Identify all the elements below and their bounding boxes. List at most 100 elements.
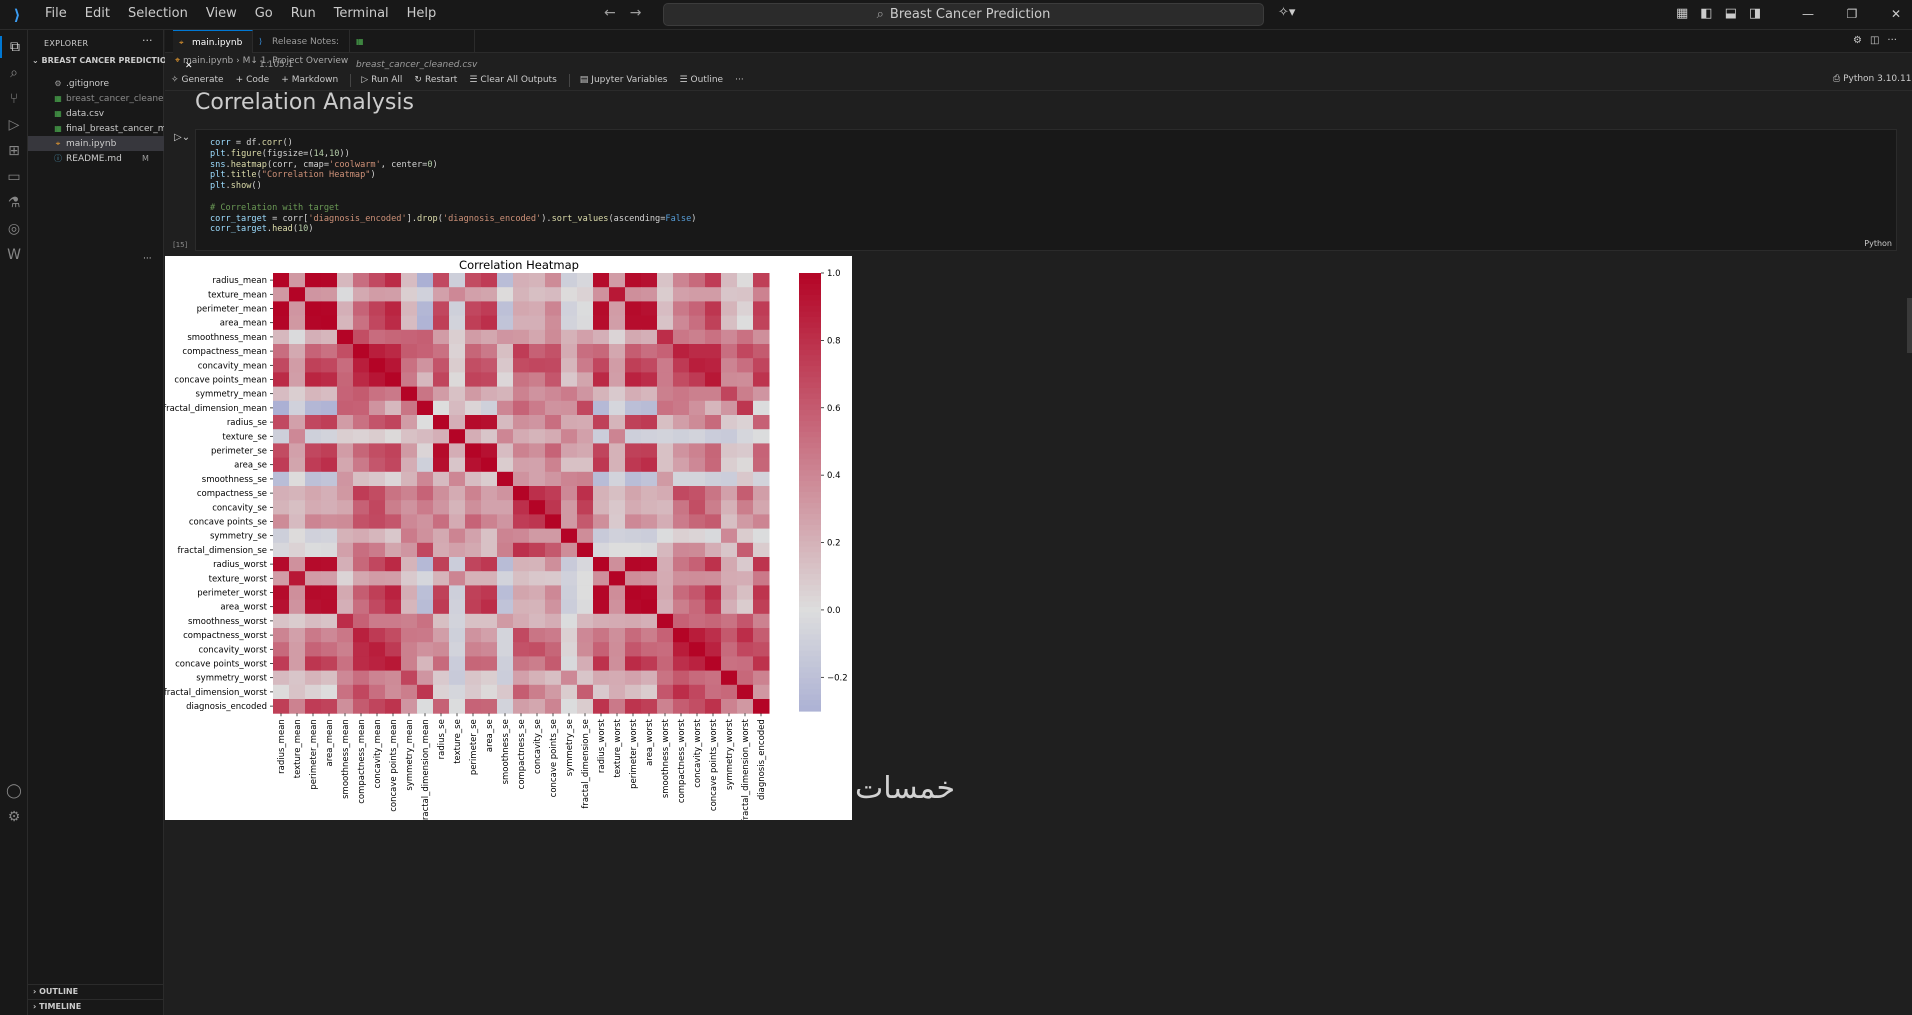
- toggle-panel-icon[interactable]: ⬓: [1725, 6, 1737, 21]
- heatmap-cell: [321, 486, 338, 501]
- play-icon: ▷: [361, 75, 369, 85]
- colorbar-band: [799, 502, 821, 510]
- menu-selection[interactable]: Selection: [119, 0, 197, 30]
- remote-explorer-icon[interactable]: ▭: [0, 166, 28, 188]
- heatmap-cell: [401, 599, 418, 615]
- minimize-icon[interactable]: —: [1786, 0, 1830, 28]
- settings-gear-icon[interactable]: ⚙: [1853, 35, 1862, 46]
- extensions-icon[interactable]: ⊞: [0, 140, 28, 162]
- explorer-icon[interactable]: ⧉: [0, 36, 28, 58]
- heatmap-cell: [545, 514, 562, 530]
- heatmap-cell: [497, 486, 514, 501]
- customize-layout-icon[interactable]: ▦: [1676, 6, 1688, 21]
- testing-icon[interactable]: ⚗: [0, 192, 28, 214]
- command-center-search[interactable]: ⌕ Breast Cancer Prediction: [663, 3, 1264, 26]
- file-main-ipynb[interactable]: ⌖ main.ipynb: [28, 136, 164, 151]
- heatmap-cell: [705, 528, 722, 544]
- heatmap-cell: [289, 329, 306, 345]
- run-cell-icon[interactable]: ▷⌄: [174, 132, 190, 143]
- menu-help[interactable]: Help: [398, 0, 446, 30]
- account-icon[interactable]: ◯: [0, 780, 28, 802]
- copilot-icon[interactable]: ✧▾: [1278, 5, 1295, 20]
- heatmap-cell: [337, 599, 354, 615]
- jupyter-variables-button[interactable]: ▤ Jupyter Variables: [580, 75, 668, 85]
- toggle-secondary-sidebar-icon[interactable]: ◨: [1749, 6, 1761, 21]
- back-arrow-icon[interactable]: ←: [604, 5, 616, 21]
- code-cell[interactable]: ▷⌄ [15] corr = df.corr() plt.figure(figsi…: [173, 129, 1897, 251]
- heatmap-cell: [353, 329, 370, 345]
- restore-icon[interactable]: ❐: [1830, 0, 1874, 28]
- heatmap-cell: [673, 457, 690, 473]
- forward-arrow-icon[interactable]: →: [630, 5, 642, 21]
- file-readme[interactable]: ⓘ README.md M: [28, 151, 164, 166]
- heatmap-cell: [321, 599, 338, 615]
- extension-w-icon[interactable]: W: [0, 244, 28, 266]
- outline-button[interactable]: ☰ Outline: [679, 75, 723, 85]
- search-view-icon[interactable]: ⌕: [0, 62, 28, 84]
- heatmap-cell: [609, 557, 626, 572]
- heatmap-cell: [465, 273, 482, 288]
- restart-button[interactable]: ↻ Restart: [414, 75, 457, 85]
- heatmap-cell: [305, 386, 322, 402]
- menu-go[interactable]: Go: [246, 0, 282, 30]
- add-code-button[interactable]: + Code: [236, 75, 270, 85]
- tab-cleaned-csv[interactable]: ▦breast_cancer_cleaned.csv: [350, 30, 477, 70]
- heatmap-cell: [513, 585, 530, 601]
- outline-section[interactable]: › OUTLINE: [28, 984, 164, 998]
- heatmap-cell: [273, 400, 290, 416]
- add-markdown-button[interactable]: + Markdown: [281, 75, 338, 85]
- heatmap-cell: [737, 585, 754, 601]
- file-breast-cancer-cleaned[interactable]: ▦breast_cancer_cleaned...: [28, 91, 164, 106]
- heatmap-cell: [417, 528, 434, 544]
- source-control-icon[interactable]: ⑂: [0, 88, 28, 110]
- breadcrumb-section[interactable]: 1. Project Overview: [261, 56, 348, 66]
- scrollbar-thumb[interactable]: [1907, 298, 1912, 353]
- heatmap-cell: [625, 386, 642, 402]
- close-icon[interactable]: ✕: [1874, 0, 1912, 28]
- manage-gear-icon[interactable]: ⚙: [0, 806, 28, 828]
- heatmap-cell: [737, 557, 754, 572]
- menu-view[interactable]: View: [197, 0, 246, 30]
- menu-run[interactable]: Run: [282, 0, 325, 30]
- row-label: symmetry_worst: [196, 674, 267, 684]
- heatmap-cell: [321, 400, 338, 416]
- tab-release-notes[interactable]: ⟩ Release Notes: 1.105.1: [253, 30, 350, 70]
- heatmap-cell: [721, 471, 738, 487]
- menu-file[interactable]: File: [36, 0, 76, 30]
- generate-button[interactable]: ✧ Generate: [171, 75, 224, 85]
- menu-terminal[interactable]: Terminal: [325, 0, 398, 30]
- heatmap-cell: [721, 386, 738, 402]
- file-gitignore[interactable]: ⚙ .gitignore: [28, 76, 164, 91]
- project-folder-header[interactable]: ⌄ BREAST CANCER PREDICTION: [32, 56, 173, 65]
- colorbar-band: [799, 398, 821, 405]
- kernel-picker[interactable]: ⎙ Python 3.10.11: [1833, 74, 1911, 84]
- file-final-breast-cancer[interactable]: ▦final_breast_cancer_m...: [28, 121, 164, 136]
- cell-language[interactable]: Python: [1864, 239, 1892, 248]
- heatmap-cell: [353, 528, 370, 544]
- heatmap-cell: [641, 500, 658, 515]
- more-actions-icon[interactable]: ···: [142, 34, 153, 47]
- colorbar-label: 1.0: [827, 269, 841, 279]
- heatmap-cell: [289, 344, 306, 359]
- output-more-icon[interactable]: ···: [143, 254, 152, 264]
- toggle-sidebar-icon[interactable]: ◧: [1700, 6, 1712, 21]
- heatmap-cell: [337, 656, 354, 672]
- heatmap-cell: [385, 429, 402, 444]
- clear-outputs-button[interactable]: ☰ Clear All Outputs: [469, 75, 556, 85]
- code-editor[interactable]: corr = df.corr() plt.figure(figsize=(14,1…: [210, 138, 696, 235]
- heatmap-cell: [561, 372, 578, 388]
- tab-main-ipynb[interactable]: ⌖ main.ipynb ✕: [173, 30, 253, 71]
- heatmap-cell: [673, 557, 690, 572]
- more-actions-icon[interactable]: ···: [1887, 35, 1897, 46]
- run-all-button[interactable]: ▷ Run All: [361, 75, 402, 85]
- file-data-csv[interactable]: ▦ data.csv: [28, 106, 164, 121]
- more-toolbar-icon[interactable]: ···: [735, 75, 744, 85]
- api-icon[interactable]: ◎: [0, 218, 28, 240]
- heatmap-cell: [529, 500, 546, 515]
- run-debug-icon[interactable]: ▷: [0, 114, 28, 136]
- menu-edit[interactable]: Edit: [76, 0, 119, 30]
- timeline-section[interactable]: › TIMELINE: [28, 999, 164, 1013]
- split-editor-icon[interactable]: ◫: [1870, 35, 1879, 46]
- heatmap-cell: [433, 301, 450, 317]
- breadcrumb-file[interactable]: main.ipynb: [183, 56, 233, 66]
